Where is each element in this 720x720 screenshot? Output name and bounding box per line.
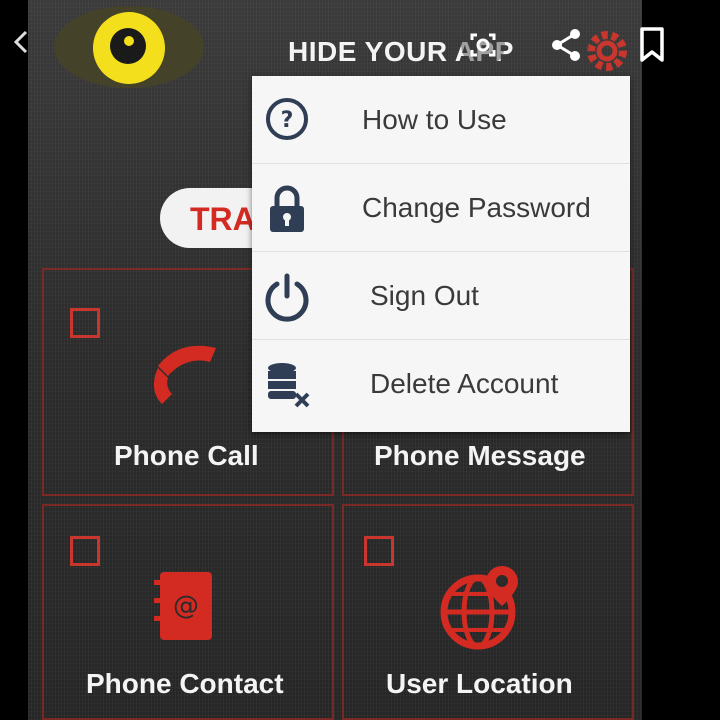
menu-item-label: Sign Out (370, 280, 479, 311)
track-button-label: TRA (190, 201, 256, 237)
phone-contact-checkbox[interactable] (70, 536, 100, 566)
logo-shine (124, 36, 134, 46)
globe-location-icon (440, 566, 518, 650)
menu-item-label: Delete Account (370, 368, 559, 399)
database-delete-icon (268, 363, 310, 408)
phone-icon (153, 345, 216, 404)
svg-text:?: ? (281, 108, 294, 133)
tile-phone-call-label: Phone Call (114, 440, 259, 471)
contact-book-icon: @ (154, 572, 212, 640)
help-circle-icon: ? (266, 98, 308, 140)
bookmark-icon[interactable] (636, 26, 668, 64)
svg-text:@: @ (173, 591, 199, 621)
tile-user-location-label: User Location (386, 668, 573, 699)
lock-icon (270, 185, 304, 232)
lens-icon[interactable] (458, 20, 508, 70)
share-icon[interactable] (542, 20, 592, 70)
overflow-menu: ? How to Use Change Password Sign Out De… (252, 76, 630, 432)
menu-item-change-password[interactable]: Change Password (252, 164, 630, 252)
menu-item-label: How to Use (362, 104, 507, 135)
menu-item-sign-out[interactable]: Sign Out (252, 252, 630, 340)
power-icon (265, 273, 309, 322)
user-location-checkbox[interactable] (364, 536, 394, 566)
menu-item-how-to-use[interactable]: ? How to Use (252, 76, 630, 164)
tile-phone-message-label: Phone Message (374, 440, 586, 471)
phone-call-checkbox[interactable] (70, 308, 100, 338)
menu-item-label: Change Password (362, 192, 591, 223)
logo-pupil (110, 28, 146, 64)
tile-phone-contact-label: Phone Contact (86, 668, 284, 699)
menu-item-delete-account[interactable]: Delete Account (252, 340, 630, 428)
